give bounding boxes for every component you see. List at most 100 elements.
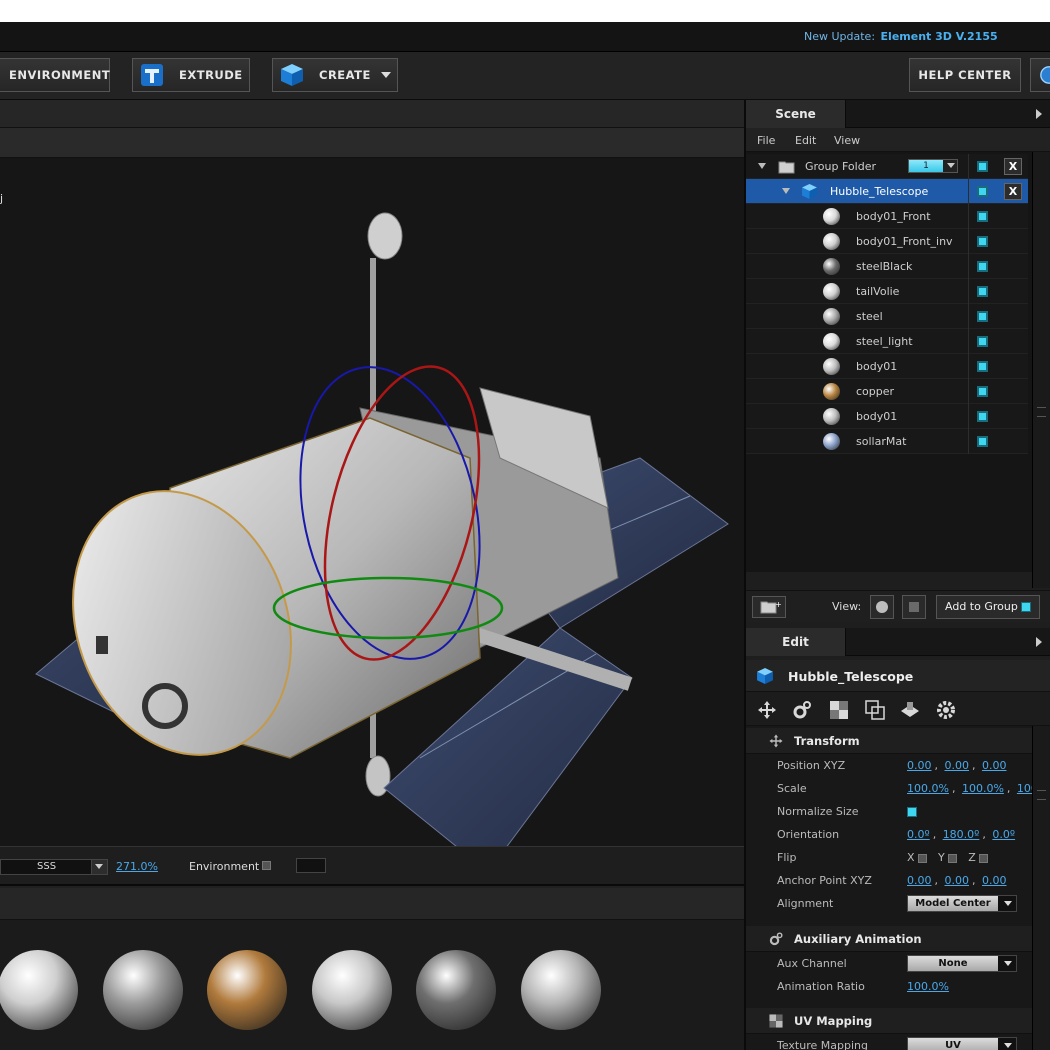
anchor-y[interactable]: 0.00 <box>945 874 970 887</box>
shape-icon[interactable] <box>899 699 921 721</box>
scale-x[interactable]: 100.0% <box>907 782 949 795</box>
view-sphere-button[interactable] <box>870 595 894 619</box>
visibility-toggle[interactable] <box>977 211 988 222</box>
menu-edit[interactable]: Edit <box>795 134 816 147</box>
expand-arrow-icon[interactable] <box>758 163 766 169</box>
scene-row-material[interactable]: steel_light <box>746 329 1028 354</box>
add-to-group-checkbox[interactable] <box>1021 602 1031 612</box>
create-button[interactable]: CREATE <box>272 58 398 92</box>
scene-row-model[interactable]: Hubble_Telescope X <box>746 179 1028 204</box>
section-transform[interactable]: Transform <box>746 728 1032 754</box>
add-to-group-button[interactable]: Add to Group <box>936 595 1040 619</box>
scale-z[interactable]: 100 <box>1017 782 1032 795</box>
environment-color-swatch[interactable] <box>296 858 326 873</box>
visibility-toggle[interactable] <box>977 286 988 297</box>
globe-button[interactable] <box>1030 58 1050 92</box>
aux-channel-select[interactable]: None <box>907 955 1017 972</box>
scene-row-material[interactable]: tailVolie <box>746 279 1028 304</box>
transform-icon[interactable] <box>864 699 886 721</box>
render-mode-select[interactable]: SSS <box>0 859 108 875</box>
move-icon[interactable] <box>756 699 778 721</box>
render-value[interactable]: 271.0% <box>116 860 158 873</box>
visibility-toggle[interactable] <box>977 161 988 172</box>
environment-checkbox[interactable] <box>262 861 271 870</box>
flip-y-label: Y <box>938 851 945 864</box>
scene-row-material[interactable]: body01_Front_inv <box>746 229 1028 254</box>
scene-row-material[interactable]: steel <box>746 304 1028 329</box>
section-aux-animation[interactable]: Auxiliary Animation <box>746 926 1032 952</box>
position-x[interactable]: 0.00 <box>907 759 932 772</box>
alignment-value: Model Center <box>908 896 998 911</box>
scene-tree: Group Folder 1 X Hubble_Telescope X body… <box>746 152 1032 572</box>
cube-icon <box>281 64 303 86</box>
material-sphere-icon <box>823 308 840 325</box>
texture-mapping-select[interactable]: UV <box>907 1037 1017 1050</box>
menu-view[interactable]: View <box>834 134 860 147</box>
material-preview-ball[interactable] <box>0 950 78 1030</box>
animation-ratio-value[interactable]: 100.0% <box>907 980 949 993</box>
section-uv-mapping[interactable]: UV Mapping <box>746 1008 1032 1034</box>
visibility-toggle[interactable] <box>977 336 988 347</box>
edit-panel-menu-icon[interactable] <box>1030 634 1048 650</box>
scene-row-group-folder[interactable]: Group Folder 1 X <box>746 154 1028 179</box>
scroll-grip-icon[interactable] <box>1037 407 1046 417</box>
visibility-toggle[interactable] <box>977 361 988 372</box>
viewport-status-bar: SSS 271.0% Environment <box>0 846 744 886</box>
material-preview-ball[interactable] <box>207 950 287 1030</box>
scene-row-material[interactable]: body01 <box>746 354 1028 379</box>
view-model-button[interactable] <box>902 595 926 619</box>
flip-y-checkbox[interactable] <box>947 853 957 863</box>
scene-row-material[interactable]: steelBlack <box>746 254 1028 279</box>
scale-y[interactable]: 100.0% <box>962 782 1004 795</box>
remove-group-button[interactable]: X <box>1004 158 1022 175</box>
alignment-select[interactable]: Model Center <box>907 895 1017 912</box>
update-version: Element 3D V.2155 <box>880 30 998 43</box>
flip-x-checkbox[interactable] <box>917 853 927 863</box>
expand-arrow-icon[interactable] <box>782 188 790 194</box>
scene-row-material[interactable]: copper <box>746 379 1028 404</box>
environment-button[interactable]: ENVIRONMENT <box>0 58 110 92</box>
flip-z-checkbox[interactable] <box>978 853 988 863</box>
visibility-toggle[interactable] <box>977 411 988 422</box>
visibility-toggle[interactable] <box>977 436 988 447</box>
material-preview-ball[interactable] <box>520 950 601 1030</box>
scene-panel-menu-icon[interactable] <box>1030 106 1048 122</box>
viewport-canvas[interactable]: j <box>0 158 744 846</box>
edit-scrollbar[interactable] <box>1032 726 1050 1050</box>
extrude-button[interactable]: EXTRUDE <box>132 58 250 92</box>
visibility-toggle[interactable] <box>977 311 988 322</box>
position-y[interactable]: 0.00 <box>945 759 970 772</box>
scene-row-material[interactable]: body01 <box>746 404 1028 429</box>
scene-scrollbar[interactable] <box>1032 152 1050 588</box>
normalize-checkbox[interactable] <box>907 807 917 817</box>
orientation-x[interactable]: 0.0º <box>907 828 930 841</box>
update-notice[interactable]: New Update: Element 3D V.2155 <box>804 30 998 43</box>
gears-icon[interactable] <box>791 699 813 721</box>
visibility-toggle[interactable] <box>977 186 988 197</box>
group-number-select[interactable]: 1 <box>908 159 958 173</box>
scene-row-material[interactable]: body01_Front <box>746 204 1028 229</box>
scroll-grip-icon[interactable] <box>1037 790 1046 800</box>
menu-file[interactable]: File <box>757 134 775 147</box>
column-divider <box>968 429 969 454</box>
tab-edit[interactable]: Edit <box>746 628 846 656</box>
visibility-toggle[interactable] <box>977 261 988 272</box>
material-preview-ball[interactable] <box>102 950 183 1030</box>
hubble-telescope-render[interactable] <box>0 158 744 846</box>
gear-icon[interactable] <box>935 699 957 721</box>
material-preview-ball[interactable] <box>416 950 496 1030</box>
anchor-x[interactable]: 0.00 <box>907 874 932 887</box>
scene-row-material[interactable]: sollarMat <box>746 429 1028 454</box>
remove-model-button[interactable]: X <box>1004 183 1022 200</box>
position-z[interactable]: 0.00 <box>982 759 1007 772</box>
visibility-toggle[interactable] <box>977 386 988 397</box>
orientation-z[interactable]: 0.0º <box>992 828 1015 841</box>
material-preview-ball[interactable] <box>311 950 392 1030</box>
anchor-z[interactable]: 0.00 <box>982 874 1007 887</box>
checker-icon[interactable] <box>828 699 850 721</box>
help-center-button[interactable]: HELP CENTER <box>909 58 1021 92</box>
tab-scene[interactable]: Scene <box>746 100 846 128</box>
orientation-y[interactable]: 180.0º <box>943 828 980 841</box>
visibility-toggle[interactable] <box>977 236 988 247</box>
new-folder-button[interactable]: + <box>752 596 786 618</box>
